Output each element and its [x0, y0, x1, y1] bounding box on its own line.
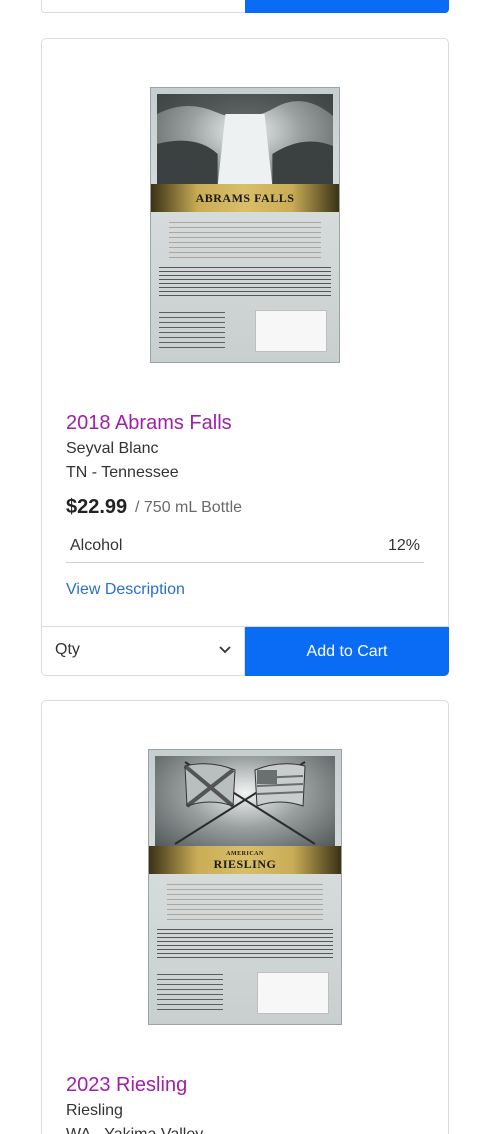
label-barcode [257, 972, 329, 1014]
label-title: ABRAMS FALLS [195, 191, 295, 205]
view-description-link[interactable]: View Description [66, 581, 185, 599]
quantity-select[interactable]: Qty [41, 627, 245, 676]
crossed-flags-illustration [155, 756, 335, 848]
label-fine-print [157, 970, 223, 1014]
product-image[interactable]: AMERICAN RIESLING [148, 749, 342, 1025]
add-to-cart-button[interactable]: Add to Cart [245, 627, 449, 676]
product-image[interactable]: ABRAMS FALLS [150, 87, 340, 363]
previous-product-card [41, 0, 449, 13]
product-list: ABRAMS FALLS 2018 Abrams Falls Seyval Bl… [0, 0, 490, 1134]
label-barcode [255, 310, 327, 352]
product-title[interactable]: 2023 Riesling [66, 1073, 187, 1097]
attribute-name: Alcohol [70, 537, 123, 554]
quantity-label: Qty [55, 641, 80, 658]
product-card: AMERICAN RIESLING 2023 Riesling Riesling… [41, 700, 449, 1134]
product-varietal: Riesling [66, 1102, 123, 1119]
chevron-down-icon [219, 646, 231, 654]
wine-label-image: ABRAMS FALLS [150, 87, 340, 363]
label-story-text [169, 218, 321, 260]
label-title: RIESLING [213, 856, 277, 871]
label-fine-print [159, 308, 225, 352]
product-price: $22.99 [66, 496, 128, 518]
waterfall-illustration [157, 94, 333, 186]
product-region: WA - Yakima Valley [66, 1125, 203, 1134]
product-title[interactable]: 2018 Abrams Falls [66, 411, 232, 435]
label-story-text [167, 880, 323, 922]
label-banner: AMERICAN RIESLING [149, 846, 341, 874]
product-card: ABRAMS FALLS 2018 Abrams Falls Seyval Bl… [41, 38, 449, 676]
card-footer: Qty Add to Cart [41, 626, 449, 676]
product-varietal: Seyval Blanc [66, 440, 159, 457]
wine-label-image: AMERICAN RIESLING [148, 749, 342, 1025]
attribute-value: 12% [387, 537, 420, 554]
label-warning-text [159, 264, 331, 298]
label-banner: ABRAMS FALLS [151, 184, 339, 212]
attribute-row: Alcohol 12% [66, 535, 424, 563]
product-region: TN - Tennessee [66, 464, 179, 481]
product-unit: / 750 mL Bottle [135, 499, 243, 516]
label-warning-text [157, 926, 333, 960]
previous-add-to-cart-button[interactable] [245, 0, 449, 13]
